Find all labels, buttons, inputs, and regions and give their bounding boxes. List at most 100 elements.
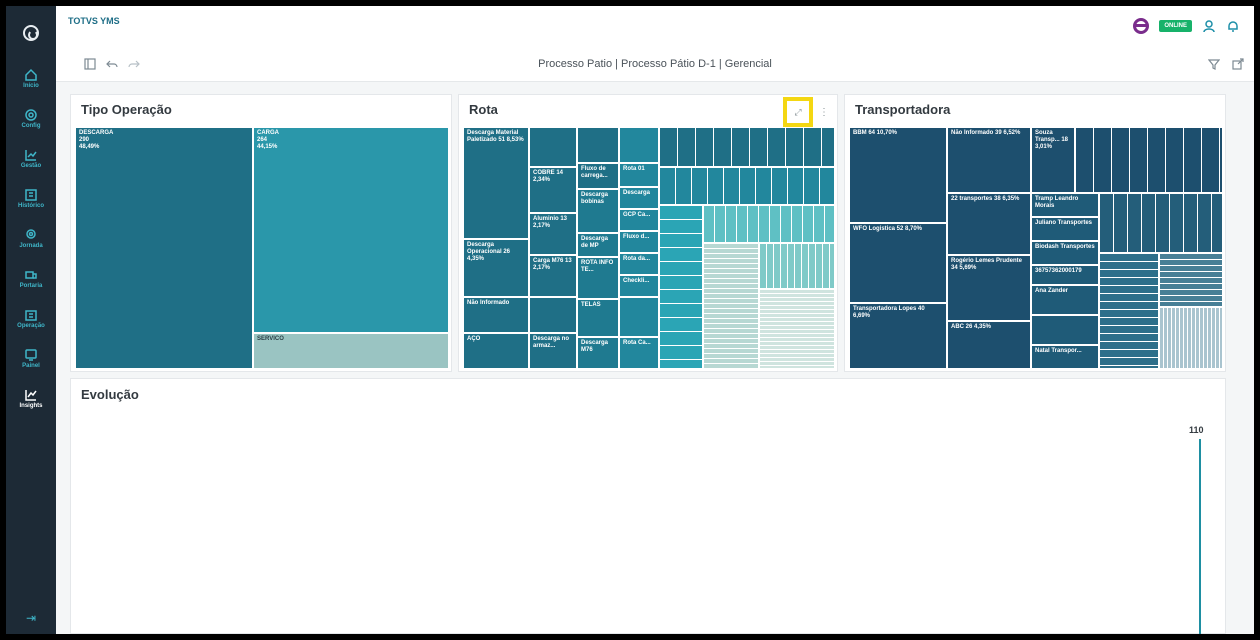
cell-count: 290 bbox=[79, 137, 90, 143]
sidebar-item-label: Início bbox=[23, 83, 39, 89]
logo-icon[interactable] bbox=[6, 14, 56, 52]
treemap-cell[interactable]: BBM 64 10,70% bbox=[849, 127, 947, 223]
top-bar: TOTVS YMS ONLINE bbox=[56, 6, 1254, 46]
treemap-cell[interactable] bbox=[1031, 315, 1099, 345]
sidebar-item-label: Config bbox=[21, 123, 41, 129]
treemap-cell-descarga[interactable]: DESCARGA 290 48,49% bbox=[75, 127, 253, 369]
monitor-icon bbox=[25, 349, 37, 361]
sidebar-item-label: Histórico bbox=[17, 203, 44, 209]
treemap-cell[interactable]: Rota da... bbox=[619, 253, 659, 275]
treemap-small-cells[interactable] bbox=[703, 205, 835, 243]
sidebar-item-label: Portaria bbox=[19, 283, 43, 289]
treemap-transportadora: BBM 64 10,70% WFO Logistica 52 8,70% Tra… bbox=[849, 127, 1223, 369]
treemap-cell[interactable]: Descarga M76 bbox=[577, 337, 619, 369]
treemap-small-cells[interactable] bbox=[759, 243, 835, 289]
sidebar-item-painel[interactable]: Painel bbox=[6, 342, 56, 382]
treemap-small-cells[interactable] bbox=[1159, 307, 1223, 369]
more-options-icon[interactable]: ⋮ bbox=[819, 107, 829, 118]
cell-label: SERVICO bbox=[257, 336, 284, 342]
sidebar-item-config[interactable]: Config bbox=[6, 102, 56, 142]
treemap-small-cells[interactable] bbox=[1075, 127, 1223, 193]
treemap-cell[interactable] bbox=[619, 297, 659, 337]
treemap-cell[interactable]: GCP Ca... bbox=[619, 209, 659, 231]
bell-icon[interactable] bbox=[1226, 19, 1240, 33]
collapse-sidebar-icon[interactable]: ⇥ bbox=[6, 611, 56, 625]
app-frame: Início Config Gestão Histórico Jornada P… bbox=[6, 6, 1254, 634]
treemap-small-cells[interactable] bbox=[1099, 193, 1223, 253]
treemap-cell[interactable]: TELAS bbox=[577, 299, 619, 337]
history-icon bbox=[25, 189, 37, 201]
treemap-cell[interactable]: ABC 26 4,35% bbox=[947, 321, 1031, 369]
card-rota: Rota ⤢ ⋮ Descarga Material Paletizado 51… bbox=[458, 94, 838, 372]
treemap-cell[interactable]: ROTA INFO TE... bbox=[577, 257, 619, 299]
sidebar-item-portaria[interactable]: Portaria bbox=[6, 262, 56, 302]
globe-icon[interactable] bbox=[1133, 18, 1150, 34]
sidebar-item-label: Insights bbox=[19, 403, 43, 409]
treemap-cell[interactable]: AÇO bbox=[463, 333, 529, 369]
treemap-cell[interactable]: Tramp Leandro Morais bbox=[1031, 193, 1099, 217]
sidebar-item-historico[interactable]: Histórico bbox=[6, 182, 56, 222]
treemap-cell[interactable]: Descarga Operacional 26 4,35% bbox=[463, 239, 529, 297]
location-icon bbox=[26, 229, 36, 239]
treemap-small-cells[interactable] bbox=[759, 289, 835, 369]
treemap-cell[interactable]: COBRE 14 2,34% bbox=[529, 167, 577, 213]
treemap-cell[interactable]: Descarga Material Paletizado 51 8,53% bbox=[463, 127, 529, 239]
treemap-cell[interactable] bbox=[619, 127, 659, 163]
treemap-cell[interactable]: Biodash Transportes bbox=[1031, 241, 1099, 265]
building-icon bbox=[25, 310, 37, 321]
export-icon[interactable] bbox=[1232, 58, 1244, 70]
treemap-small-cells[interactable] bbox=[659, 167, 835, 205]
card-title: Rota bbox=[469, 102, 498, 117]
treemap-cell[interactable]: Souza Transp... 18 3,01% bbox=[1031, 127, 1075, 193]
treemap-cell[interactable]: 36757362000179 bbox=[1031, 265, 1099, 285]
treemap-cell[interactable]: Não Informado 39 6,52% bbox=[947, 127, 1031, 193]
filter-icon[interactable] bbox=[1208, 58, 1220, 70]
treemap-cell-servico[interactable]: SERVICO bbox=[253, 333, 449, 369]
treemap-cell[interactable]: WFO Logistica 52 8,70% bbox=[849, 223, 947, 303]
treemap-small-cells[interactable] bbox=[1159, 253, 1223, 307]
cell-label: CARGA bbox=[257, 130, 279, 136]
treemap-cell[interactable]: Fluxo de carrega... bbox=[577, 163, 619, 189]
treemap-cell[interactable]: Transportadora Lopes 40 6,69% bbox=[849, 303, 947, 369]
treemap-cell[interactable]: Rogério Lemes Prudente 34 5,69% bbox=[947, 255, 1031, 321]
treemap-cell[interactable]: Descarga bbox=[619, 187, 659, 209]
treemap-cell[interactable]: Descarga no armaz... bbox=[529, 333, 577, 369]
treemap-cell[interactable] bbox=[529, 127, 577, 167]
treemap-cell[interactable]: Juliano Transportes bbox=[1031, 217, 1099, 241]
sidebar-item-inicio[interactable]: Início bbox=[6, 62, 56, 102]
user-icon[interactable] bbox=[1202, 19, 1216, 33]
treemap-cell[interactable]: Carga M76 13 2,17% bbox=[529, 255, 577, 297]
expand-button[interactable]: ⤢ bbox=[783, 97, 813, 127]
treemap-cell[interactable]: Descarga bobinas bbox=[577, 189, 619, 233]
treemap-small-cells[interactable] bbox=[659, 127, 835, 167]
sidebar-item-insights[interactable]: Insights bbox=[6, 382, 56, 422]
dashboard-toolbar: Processo Patio | Processo Pátio D-1 | Ge… bbox=[56, 46, 1254, 82]
treemap-cell[interactable] bbox=[577, 127, 619, 163]
cell-count: 264 bbox=[257, 137, 268, 143]
treemap-cell-carga[interactable]: CARGA 264 44,15% bbox=[253, 127, 449, 333]
sidebar: Início Config Gestão Histórico Jornada P… bbox=[6, 6, 56, 634]
treemap-tipo-operacao: DESCARGA 290 48,49% CARGA 264 44,15% SER… bbox=[75, 127, 449, 369]
card-title: Evolução bbox=[81, 387, 139, 402]
treemap-cell[interactable]: Rota 01 bbox=[619, 163, 659, 187]
treemap-cell[interactable] bbox=[529, 297, 577, 333]
dashboard-title: Processo Patio | Processo Pátio D-1 | Ge… bbox=[538, 58, 772, 70]
treemap-cell[interactable]: Fluxo d... bbox=[619, 231, 659, 253]
treemap-cell[interactable]: Descarga de MP bbox=[577, 233, 619, 257]
treemap-cell[interactable]: Não Informado bbox=[463, 297, 529, 333]
treemap-small-cells[interactable] bbox=[659, 205, 703, 369]
treemap-cell[interactable]: Rota Ca... bbox=[619, 337, 659, 369]
treemap-cell[interactable]: Checkli... bbox=[619, 275, 659, 297]
sidebar-item-operacao[interactable]: Operação bbox=[6, 302, 56, 342]
treemap-cell[interactable]: Ana Zander bbox=[1031, 285, 1099, 315]
status-badge: ONLINE bbox=[1159, 20, 1192, 32]
treemap-cell[interactable]: Natal Transpor... bbox=[1031, 345, 1099, 369]
treemap-cell[interactable]: 22 transportes 38 6,35% bbox=[947, 193, 1031, 255]
treemap-rota: Descarga Material Paletizado 51 8,53% De… bbox=[463, 127, 835, 369]
sidebar-item-gestao[interactable]: Gestão bbox=[6, 142, 56, 182]
treemap-small-cells[interactable] bbox=[703, 243, 759, 369]
treemap-small-cells[interactable] bbox=[1099, 253, 1159, 369]
sidebar-item-jornada[interactable]: Jornada bbox=[6, 222, 56, 262]
treemap-cell[interactable]: Aluminio 13 2,17% bbox=[529, 213, 577, 255]
home-icon bbox=[25, 68, 37, 81]
